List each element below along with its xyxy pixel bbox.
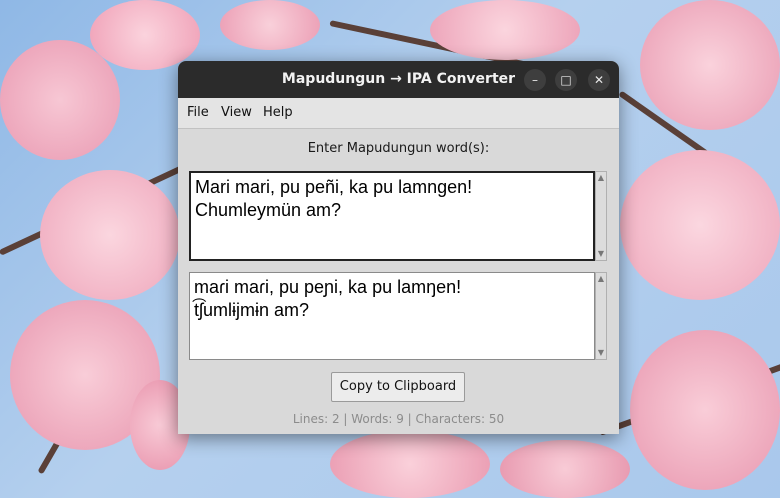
- input-prompt-label: Enter Mapudungun word(s):: [307, 141, 490, 156]
- minimize-button[interactable]: –: [524, 69, 546, 91]
- close-icon: ✕: [593, 73, 605, 87]
- input-scrollbar[interactable]: ▲ ▼: [595, 171, 607, 261]
- title-bar[interactable]: Mapudungun → IPA Converter – □ ✕: [178, 61, 619, 98]
- minimize-icon: –: [532, 73, 538, 87]
- copy-to-clipboard-button[interactable]: Copy to Clipboard: [331, 372, 465, 402]
- scroll-up-icon[interactable]: ▲: [596, 172, 606, 184]
- scroll-down-icon[interactable]: ▼: [596, 347, 606, 359]
- window-title: Mapudungun → IPA Converter: [281, 71, 516, 87]
- maximize-icon: □: [560, 73, 572, 87]
- menu-help[interactable]: Help: [263, 98, 293, 128]
- menu-view[interactable]: View: [221, 98, 252, 128]
- maximize-button[interactable]: □: [555, 69, 577, 91]
- menu-file[interactable]: File: [187, 98, 209, 128]
- scroll-down-icon[interactable]: ▼: [596, 248, 606, 260]
- mapudungun-input[interactable]: Mari mari, pu peñi, ka pu lamngen! Chuml…: [189, 171, 595, 261]
- close-button[interactable]: ✕: [588, 69, 610, 91]
- output-scrollbar[interactable]: ▲ ▼: [595, 272, 607, 360]
- ipa-output[interactable]: maɾi maɾi, pu peɲi, ka pu lamŋen! t͡ʃuml…: [189, 272, 595, 360]
- status-bar: Lines: 2 | Words: 9 | Characters: 50: [292, 412, 505, 426]
- menu-bar: File View Help: [178, 98, 619, 129]
- converter-window: Mapudungun → IPA Converter – □ ✕ File Vi…: [178, 61, 619, 434]
- scroll-up-icon[interactable]: ▲: [596, 273, 606, 285]
